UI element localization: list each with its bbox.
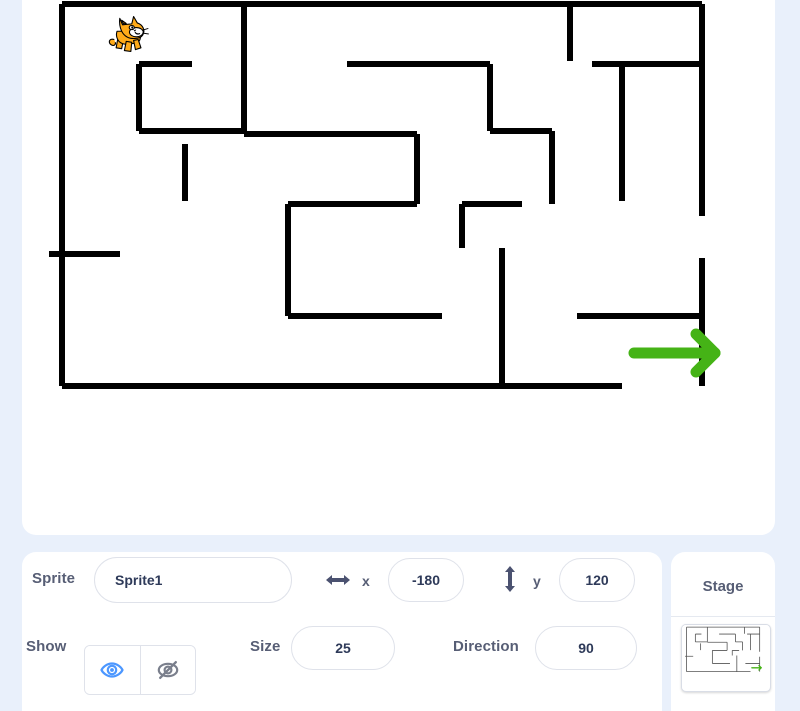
stage-selector-divider	[671, 616, 775, 617]
y-coordinate-label: y	[533, 573, 541, 589]
stage-panel	[22, 0, 775, 535]
horizontal-arrows-icon	[326, 575, 350, 585]
eye-slash-icon	[157, 660, 179, 679]
goal-arrow-icon	[628, 328, 721, 378]
sprite-name-input[interactable]: Sprite1	[94, 557, 292, 603]
visibility-toggle-group	[84, 645, 196, 695]
y-coordinate-input[interactable]: 120	[559, 558, 635, 602]
size-input[interactable]: 25	[291, 626, 395, 670]
y-coordinate-value: 120	[585, 572, 609, 588]
show-label: Show	[26, 638, 67, 655]
size-value: 25	[335, 640, 351, 656]
x-coordinate-label: x	[362, 573, 370, 589]
size-label: Size	[250, 638, 281, 655]
sprite-name-value: Sprite1	[115, 572, 163, 588]
sprite-scratch-cat[interactable]	[106, 11, 152, 57]
stage-thumbnail[interactable]	[681, 624, 771, 692]
stage-selector-title: Stage	[702, 578, 744, 595]
direction-input[interactable]: 90	[535, 626, 637, 670]
x-coordinate-value: -180	[411, 572, 441, 588]
vertical-arrows-icon	[505, 566, 515, 592]
show-sprite-button[interactable]	[85, 646, 140, 694]
scratch-editor-window: Sprite Sprite1 x -180 y 120 Show Size 25…	[0, 0, 800, 711]
eye-icon	[100, 662, 124, 678]
stage-canvas[interactable]	[22, 0, 775, 535]
direction-value: 90	[578, 640, 594, 656]
maze-backdrop	[49, 1, 721, 389]
stage-thumbnail-maze	[682, 625, 768, 689]
hide-sprite-button[interactable]	[139, 646, 195, 694]
sprite-name-label: Sprite	[32, 570, 76, 587]
x-coordinate-input[interactable]: -180	[388, 558, 464, 602]
direction-label: Direction	[453, 638, 519, 655]
